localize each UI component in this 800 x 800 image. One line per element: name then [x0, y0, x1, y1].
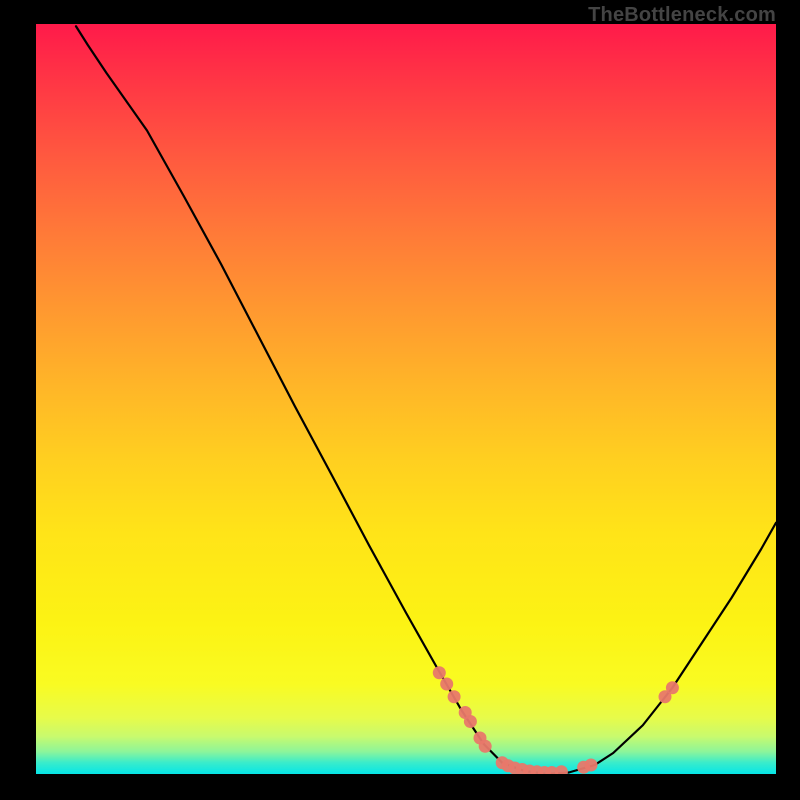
data-point [585, 759, 598, 772]
chart-svg [36, 24, 776, 774]
data-point [555, 765, 568, 774]
chart-plot-area [36, 24, 776, 774]
data-point [433, 666, 446, 679]
data-point [448, 690, 461, 703]
bottleneck-curve [76, 26, 776, 774]
watermark-label: TheBottleneck.com [588, 4, 776, 27]
data-points-group [433, 666, 679, 774]
data-point [440, 678, 453, 691]
data-point [479, 740, 492, 753]
data-point [464, 715, 477, 728]
data-point [666, 681, 679, 694]
